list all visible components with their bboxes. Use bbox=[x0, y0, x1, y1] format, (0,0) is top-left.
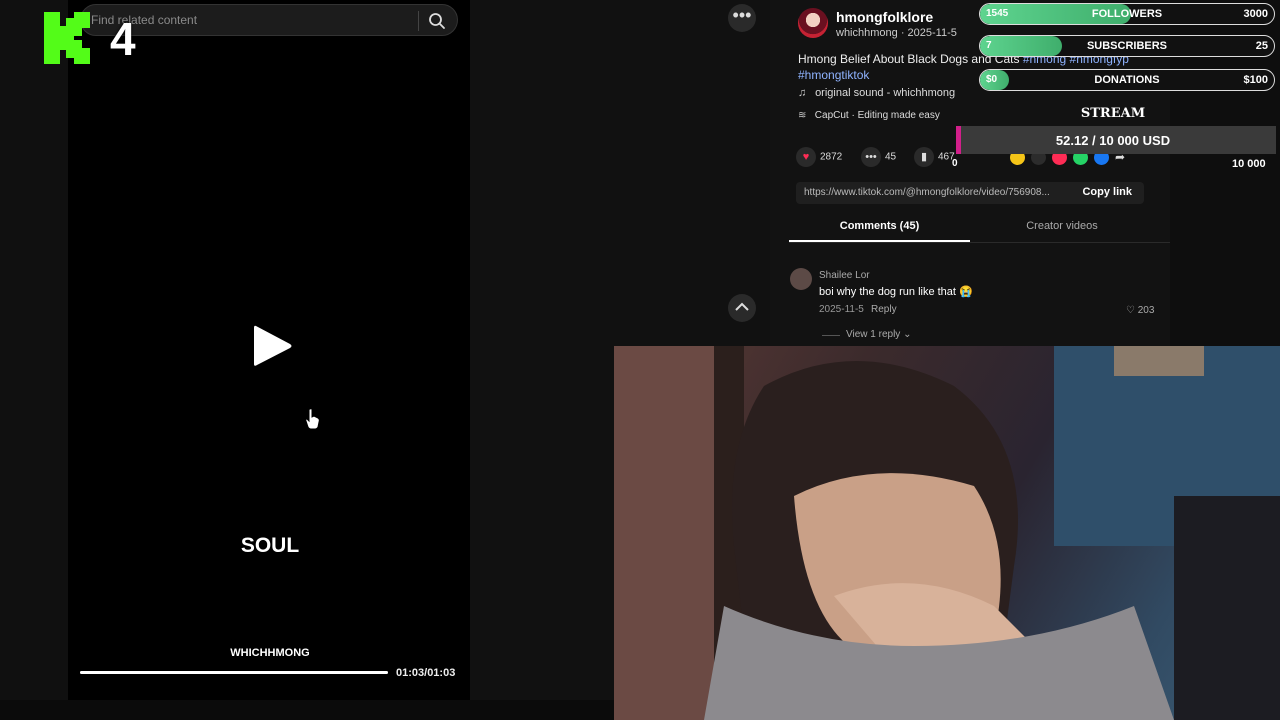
search-divider bbox=[418, 11, 419, 31]
stream-title: STREAM bbox=[1080, 106, 1146, 121]
donation-goal-min: 0 bbox=[952, 158, 958, 169]
view-replies-label: View 1 reply bbox=[846, 329, 901, 340]
reply-divider bbox=[822, 335, 840, 336]
like-count: 2872 bbox=[820, 151, 843, 163]
comment-count: 45 bbox=[885, 151, 897, 163]
bottom-strip bbox=[0, 700, 615, 720]
webcam-feed bbox=[614, 346, 1280, 720]
comment-reply-button[interactable]: Reply bbox=[871, 304, 897, 315]
copy-link-button[interactable]: Copy link bbox=[1082, 186, 1132, 198]
like-button[interactable]: ♥ 2872 bbox=[796, 147, 842, 167]
sound-row[interactable]: ♫ original sound - whichhmong bbox=[798, 87, 955, 99]
webcam-image bbox=[614, 346, 1280, 720]
tab-creator-videos[interactable]: Creator videos bbox=[972, 220, 1152, 232]
comment-like-count: 203 bbox=[1137, 305, 1155, 316]
comment-button[interactable]: ••• 45 bbox=[861, 147, 896, 167]
capcut-label: CapCut · Editing made easy bbox=[814, 110, 940, 121]
capcut-icon: ≋ bbox=[798, 110, 807, 121]
goal-label: DONATIONS bbox=[1094, 74, 1160, 86]
overlay-digit: 4 bbox=[110, 13, 136, 65]
donations-goal-bar: $0 DONATIONS $100 bbox=[979, 69, 1275, 91]
tab-divider bbox=[789, 242, 1170, 243]
bookmark-icon: ▮ bbox=[914, 147, 934, 167]
video-progress-bar[interactable] bbox=[80, 671, 388, 674]
save-button[interactable]: ▮ 467 bbox=[914, 147, 955, 167]
view-replies-button[interactable]: View 1 reply ⌄ bbox=[846, 329, 911, 340]
play-icon[interactable] bbox=[248, 322, 296, 370]
avatar[interactable] bbox=[798, 8, 828, 38]
video-author-caption: WHICHHMONG bbox=[230, 647, 310, 659]
search-icon[interactable] bbox=[427, 11, 447, 31]
comment-like-button[interactable]: ♡ 203 bbox=[1126, 305, 1154, 316]
comment-text: boi why the dog run like that 😭 bbox=[819, 286, 973, 298]
video-time: 01:03/01:03 bbox=[396, 667, 456, 679]
tab-comments[interactable]: Comments (45) bbox=[789, 220, 970, 232]
search-bar[interactable]: Find related content bbox=[80, 4, 458, 36]
chevron-up-icon bbox=[735, 302, 749, 311]
post-subline: whichhmong · 2025-11-5 bbox=[836, 27, 957, 39]
more-options-button[interactable]: ••• bbox=[728, 4, 756, 32]
goal-label: FOLLOWERS bbox=[1091, 8, 1163, 20]
kick-logo-icon bbox=[44, 12, 90, 64]
followers-goal-bar: 1545 FOLLOWERS 3000 bbox=[979, 3, 1275, 25]
hand-cursor-icon bbox=[305, 408, 320, 430]
goal-label: SUBSCRIBERS bbox=[1086, 40, 1168, 52]
goal-target: 3000 bbox=[1243, 8, 1268, 20]
left-gutter bbox=[0, 0, 68, 720]
goal-target: 25 bbox=[1255, 40, 1268, 52]
comment-icon: ••• bbox=[861, 147, 881, 167]
comment-avatar[interactable] bbox=[790, 268, 812, 290]
video-progress-fill bbox=[80, 671, 388, 674]
goal-target: $100 bbox=[1243, 74, 1268, 86]
chevron-down-icon: ⌄ bbox=[903, 329, 912, 340]
sound-label: original sound - whichhmong bbox=[815, 87, 956, 99]
video-caption: SOUL bbox=[240, 534, 300, 557]
music-note-icon: ♫ bbox=[798, 87, 807, 99]
heart-outline-icon: ♡ bbox=[1126, 305, 1135, 316]
comment-author[interactable]: Shailee Lor bbox=[819, 270, 870, 281]
post-username[interactable]: hmongfolklore bbox=[836, 9, 933, 25]
search-input[interactable]: Find related content bbox=[91, 13, 197, 27]
subscribers-goal-bar: 7 SUBSCRIBERS 25 bbox=[979, 35, 1275, 57]
video-link[interactable]: https://www.tiktok.com/@hmongfolklore/vi… bbox=[804, 187, 1074, 198]
donation-goal-max: 10 000 bbox=[1232, 158, 1266, 170]
previous-video-button[interactable] bbox=[728, 294, 756, 322]
heart-icon: ♥ bbox=[796, 147, 816, 167]
link-box: https://www.tiktok.com/@hmongfolklore/vi… bbox=[796, 182, 1144, 204]
hashtag-link[interactable]: #hmongtiktok bbox=[798, 68, 869, 82]
capcut-row[interactable]: ≋ CapCut · Editing made easy bbox=[798, 110, 940, 121]
donation-goal-text: 52.12 / 10 000 USD bbox=[1055, 133, 1171, 148]
comment-date: 2025-11-5 bbox=[819, 304, 864, 315]
